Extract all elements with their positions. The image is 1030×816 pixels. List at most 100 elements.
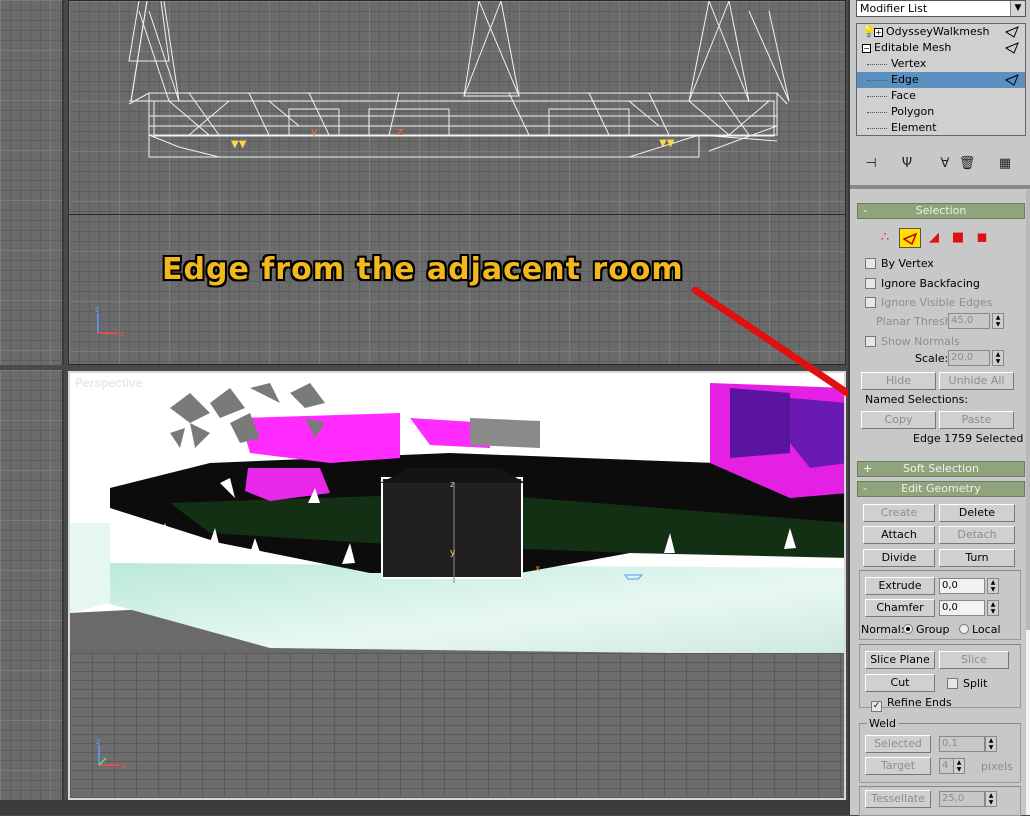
split-checkbox[interactable]: Split (947, 677, 987, 691)
spinner-arrows-icon[interactable]: ▲ ▼ (985, 736, 997, 752)
by-vertex-checkbox[interactable]: By Vertex (865, 257, 934, 271)
spinner-value[interactable]: 0,0 (939, 600, 985, 616)
group-radio[interactable]: Group (903, 623, 950, 637)
panel-separator (850, 185, 1030, 189)
scale-spinner[interactable]: 20,0 ▲ ▼ (948, 350, 1004, 366)
configure-sets-icon[interactable]: ▦ (994, 152, 1016, 176)
planar-thresh-label: Planar Thresh: (876, 315, 956, 328)
extrude-button[interactable]: Extrude (865, 577, 935, 595)
spinner-arrows-icon[interactable]: ▲ ▼ (992, 350, 1004, 366)
stack-item-odysseywalkmesh[interactable]: 💡+ OdysseyWalkmesh (857, 24, 1025, 40)
stack-item-edge[interactable]: Edge (857, 72, 1025, 88)
weld-threshold-spinner[interactable]: 0,1 ▲ ▼ (939, 736, 997, 752)
edge-subobject-icon (1005, 42, 1019, 54)
svg-text:y: y (311, 125, 318, 138)
selection-rollout-header[interactable]: - Selection (857, 203, 1025, 219)
weld-selected-button[interactable]: Selected (865, 735, 931, 753)
checkbox-label: Show Normals (881, 335, 960, 348)
checkbox-label: By Vertex (881, 257, 934, 270)
tessellate-spinner[interactable]: 25,0 ▲ ▼ (939, 791, 997, 807)
stack-item-vertex[interactable]: Vertex (857, 56, 1025, 72)
svg-text:x: x (535, 564, 541, 574)
front-viewport[interactable]: ▼▼ ▼▼ y z z x (68, 0, 846, 365)
attach-button[interactable]: Attach (863, 526, 935, 544)
horizon-line (69, 214, 845, 215)
ignore-backfacing-checkbox[interactable]: Ignore Backfacing (865, 277, 980, 291)
edge-icon[interactable] (899, 228, 921, 248)
remove-modifier-icon[interactable]: 🗑 (956, 152, 978, 176)
modifier-stack[interactable]: 💡+ OdysseyWalkmesh − Editable Mesh Vertex … (856, 23, 1026, 136)
unhide-all-button[interactable]: Unhide All (939, 372, 1014, 390)
spinner-arrows-icon[interactable]: ▲ ▼ (953, 758, 965, 774)
ignore-visible-edges-checkbox[interactable]: Ignore Visible Edges (865, 296, 992, 310)
weld-pixels-spinner[interactable]: 4 ▲ ▼ (939, 758, 965, 774)
element-icon[interactable]: ◼ (971, 228, 993, 248)
stack-toolbar: ⊣ Ψ ∀ 🗑 ▦ (856, 152, 1026, 178)
radio-label: Group (916, 623, 950, 636)
polygon-icon[interactable]: ■ (947, 228, 969, 248)
svg-text:z: z (450, 480, 455, 490)
annotation-callout: Edge from the adjacent room (162, 252, 684, 287)
left-viewport-top[interactable] (0, 0, 64, 365)
spinner-value[interactable]: 0,1 (939, 736, 985, 752)
checkbox-label: Ignore Visible Edges (881, 296, 993, 309)
stack-item-editable-mesh[interactable]: − Editable Mesh (857, 40, 1025, 56)
viewport-label-perspective[interactable]: Perspective (75, 376, 142, 390)
hide-button[interactable]: Hide (861, 372, 936, 390)
chevron-down-icon[interactable]: ▼ (1010, 1, 1025, 16)
spinner-value[interactable]: 25,0 (939, 791, 985, 807)
panel-scrollbar-thumb[interactable] (1026, 630, 1030, 815)
divide-button[interactable]: Divide (863, 549, 935, 567)
checkbox-label: Split (963, 677, 988, 690)
create-button[interactable]: Create (863, 504, 935, 522)
stack-item-polygon[interactable]: Polygon (857, 104, 1025, 120)
perspective-scene: z y x (70, 373, 844, 653)
local-radio[interactable]: Local (959, 623, 1001, 637)
chamfer-spinner[interactable]: 0,0 ▲ ▼ (939, 600, 999, 616)
tessellate-button[interactable]: Tessellate (865, 790, 931, 808)
cut-button[interactable]: Cut (865, 674, 935, 692)
spinner-value[interactable]: 0,0 (939, 578, 985, 594)
paste-button[interactable]: Paste (939, 411, 1014, 429)
perspective-viewport[interactable]: z y x Perspective z x (68, 371, 846, 800)
vertex-icon[interactable]: ∴ (874, 228, 896, 248)
refine-ends-checkbox[interactable]: ✓ Refine Ends (871, 696, 952, 712)
detach-button[interactable]: Detach (939, 526, 1015, 544)
copy-button[interactable]: Copy (861, 411, 936, 429)
lightbulb-icon[interactable]: 💡 (862, 24, 876, 40)
delete-button[interactable]: Delete (939, 504, 1015, 522)
normal-label: Normal: (861, 623, 905, 636)
pin-stack-icon[interactable]: ⊣ (860, 152, 882, 176)
edit-geometry-rollout-header[interactable]: - Edit Geometry (857, 481, 1025, 497)
stack-item-face[interactable]: Face (857, 88, 1025, 104)
status-strip (0, 800, 848, 815)
show-normals-checkbox[interactable]: Show Normals (865, 335, 960, 349)
slice-plane-button[interactable]: Slice Plane (865, 651, 935, 669)
spinner-arrows-icon[interactable]: ▲ ▼ (985, 791, 997, 807)
radio-label: Local (972, 623, 1001, 636)
make-unique-icon[interactable]: ∀ (934, 152, 956, 176)
planar-thresh-spinner[interactable]: 45,0 ▲ ▼ (948, 313, 1004, 329)
weld-target-button[interactable]: Target (865, 757, 931, 775)
left-viewport-bottom[interactable] (0, 370, 64, 800)
stack-item-element[interactable]: Element (857, 120, 1025, 135)
edit-geometry-rollout: Create Delete Attach Detach Divide Turn … (857, 498, 1025, 816)
expand-icon[interactable]: + (874, 27, 883, 37)
spinner-value[interactable]: 20,0 (948, 350, 990, 366)
spinner-arrows-icon[interactable]: ▲ ▼ (987, 578, 999, 594)
show-end-result-icon[interactable]: Ψ (896, 152, 918, 176)
modifier-list-dropdown[interactable]: Modifier List ▼ (856, 0, 1026, 17)
turn-button[interactable]: Turn (939, 549, 1015, 567)
spinner-arrows-icon[interactable]: ▲ ▼ (992, 313, 1004, 329)
svg-text:▼▼: ▼▼ (659, 138, 675, 149)
slice-button[interactable]: Slice (939, 651, 1009, 669)
spinner-value[interactable]: 45,0 (948, 313, 990, 329)
soft-selection-rollout-header[interactable]: + Soft Selection (857, 461, 1025, 477)
stack-item-label: Face (891, 89, 916, 102)
extrude-spinner[interactable]: 0,0 ▲ ▼ (939, 578, 999, 594)
face-icon[interactable]: ◢ (923, 228, 945, 248)
spinner-arrows-icon[interactable]: ▲ ▼ (987, 600, 999, 616)
collapse-icon[interactable]: − (862, 43, 871, 53)
chamfer-button[interactable]: Chamfer (865, 599, 935, 617)
stack-item-label: Vertex (891, 57, 927, 70)
